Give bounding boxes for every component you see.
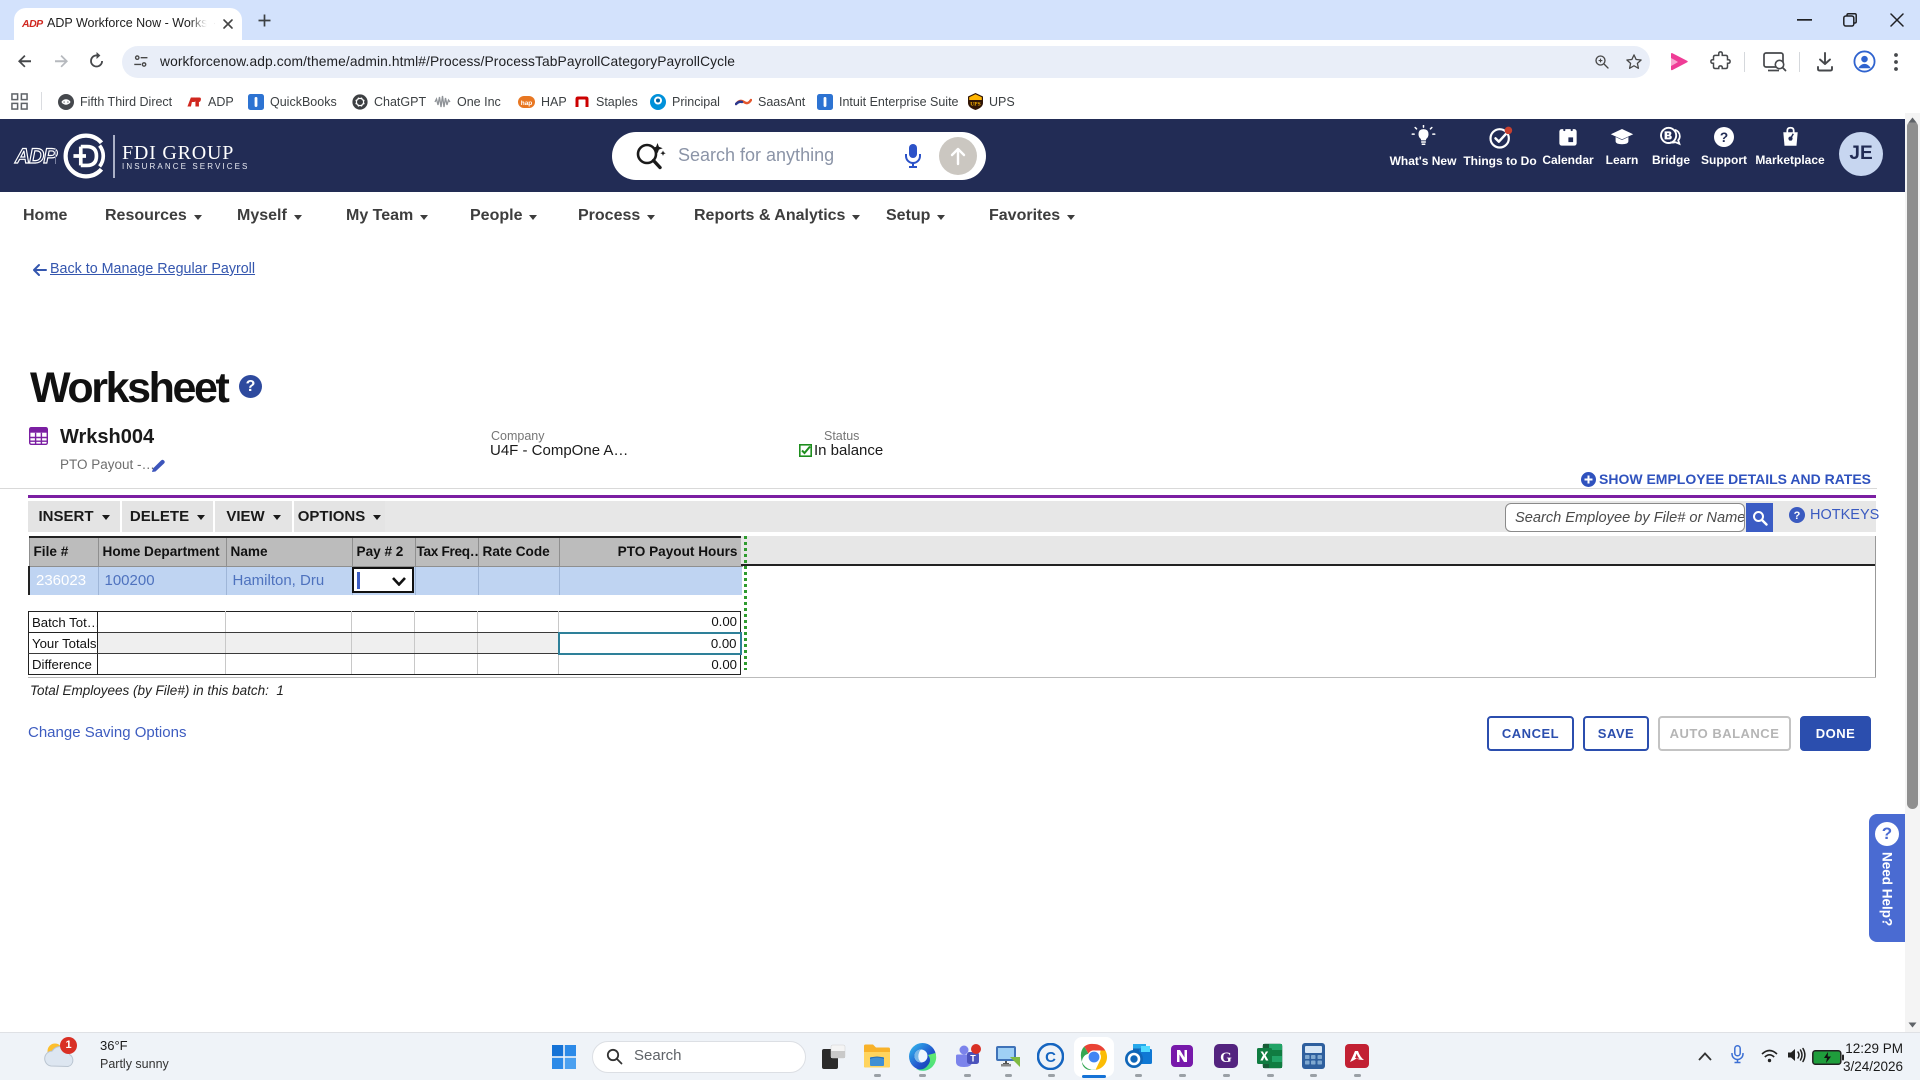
svg-text:C: C: [1045, 1049, 1056, 1066]
svg-text:hap: hap: [521, 99, 533, 106]
svg-text:G: G: [1220, 1050, 1232, 1066]
svg-text:UPS: UPS: [970, 102, 980, 108]
svg-text:?: ?: [1720, 130, 1728, 145]
svg-text:?: ?: [1794, 510, 1801, 522]
svg-text:T: T: [970, 1054, 976, 1064]
